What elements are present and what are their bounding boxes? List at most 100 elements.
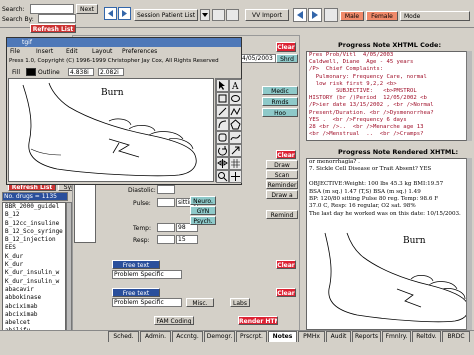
flip-tool-icon[interactable]	[216, 157, 229, 170]
line-tool-icon[interactable]	[216, 105, 229, 118]
drug-list-item[interactable]: BBR_2000_guidel	[3, 203, 65, 211]
male-radio[interactable]: Male	[340, 11, 364, 21]
reminder-button[interactable]: Reminder	[266, 180, 298, 189]
free-text-button-2[interactable]: Free text	[112, 288, 160, 297]
rotate-tool-icon[interactable]	[216, 144, 229, 157]
menu-layout[interactable]: Layout	[92, 48, 112, 55]
resp-value[interactable]: 15	[176, 235, 198, 244]
problem-specific-select-2[interactable]: Problem Specific	[112, 298, 182, 307]
remind-button[interactable]: Remind	[266, 210, 298, 219]
draw-a-button[interactable]: Draw a	[266, 190, 298, 199]
tab-notes[interactable]: Notes	[268, 331, 297, 342]
menu-edit[interactable]: Edit	[66, 48, 78, 55]
drug-list-item[interactable]: B_12	[3, 211, 65, 219]
key-icon[interactable]	[226, 9, 239, 21]
side-button-6[interactable]: Scan	[266, 170, 298, 179]
pan-tool-icon[interactable]	[229, 170, 242, 183]
mode-button[interactable]: Mode	[400, 11, 470, 21]
render-html-button[interactable]: Render HTML	[238, 316, 278, 325]
side-button-5[interactable]: Draw	[266, 160, 298, 169]
drug-list-item[interactable]: abciximab	[3, 303, 65, 311]
sketch-title-bar[interactable]	[7, 38, 241, 47]
record-icon[interactable]	[324, 8, 338, 22]
drug-list-item[interactable]: K_dur_insulin_w	[3, 269, 65, 277]
vv-import-button[interactable]: VV Import	[245, 9, 289, 21]
misc-button[interactable]: Misc.	[186, 298, 214, 307]
drug-list-item[interactable]: abacavir	[3, 286, 65, 294]
tab-sched[interactable]: Sched.	[108, 331, 139, 342]
grid-tool-icon[interactable]	[229, 157, 242, 170]
arc-tool-icon[interactable]	[216, 118, 229, 131]
oval-tool-icon[interactable]	[229, 92, 242, 105]
arrow-right-icon[interactable]	[308, 8, 322, 22]
history-text-left[interactable]	[74, 175, 96, 243]
psych-button[interactable]: Psych.	[190, 216, 216, 225]
side-button-4[interactable]: Hoo	[262, 108, 298, 117]
tab-fmnlry[interactable]: Fmnlry.	[382, 331, 411, 342]
tab-pmhx[interactable]: PMHx	[298, 331, 325, 342]
select-tool-icon[interactable]	[216, 79, 229, 92]
resp-input[interactable]	[157, 235, 175, 244]
fill-swatch[interactable]	[26, 68, 36, 76]
tab-prscrpt[interactable]: Prscrpt.	[236, 331, 267, 342]
menu-file[interactable]: File	[10, 48, 20, 55]
tab-audit[interactable]: Audit	[326, 331, 351, 342]
drug-list-item[interactable]: K_dur	[3, 253, 65, 261]
xhtml-code-scrollbar[interactable]	[466, 51, 472, 141]
drug-list-item[interactable]: B_12_injection	[3, 236, 65, 244]
problem-specific-select[interactable]: Problem Specific	[112, 270, 182, 279]
xhtml-code-pane[interactable]: Pres Prob/Vitl 4/05/2003 Caldwell, Diane…	[306, 51, 472, 141]
temp-input[interactable]	[157, 223, 175, 232]
side-button-3[interactable]: Rmds	[262, 97, 298, 106]
menu-preferences[interactable]: Preferences	[122, 48, 157, 55]
labs-button[interactable]: Labs	[230, 298, 250, 307]
rounded-rect-tool-icon[interactable]	[216, 131, 229, 144]
clear-button-4[interactable]: Clear	[276, 288, 296, 297]
sketch-canvas[interactable]: Burn	[8, 78, 214, 182]
polyline-tool-icon[interactable]	[229, 105, 242, 118]
refresh-list-button[interactable]: Refresh List	[30, 24, 76, 33]
menu-insert[interactable]: Insert	[36, 48, 53, 55]
search-by-select[interactable]	[38, 14, 76, 23]
date-input[interactable]: 4/05/2003	[240, 54, 276, 63]
neuro-button[interactable]: Neuro.	[190, 196, 216, 205]
clear-button-2[interactable]: Clear	[276, 150, 296, 159]
arrow-left-icon[interactable]	[104, 7, 117, 20]
drug-list-item[interactable]: EES	[3, 244, 65, 252]
female-radio[interactable]: Female	[366, 11, 398, 21]
arrow-tool-icon[interactable]	[229, 144, 242, 157]
freehand-tool-icon[interactable]	[229, 131, 242, 144]
arrow-right-icon[interactable]	[118, 7, 131, 20]
drug-list-item[interactable]: K_dur	[3, 261, 65, 269]
drug-list-item[interactable]: abelcet	[3, 319, 65, 327]
side-button-2[interactable]: Medic	[262, 86, 298, 95]
session-patient-list-button[interactable]: Session Patient List	[134, 9, 198, 21]
tab-reltdv[interactable]: Reltdv.	[412, 331, 441, 342]
drug-list-item[interactable]: B_12cc_insuline	[3, 220, 65, 228]
tab-brdc[interactable]: BRDC	[442, 331, 470, 342]
fam-coding-button[interactable]: FAM Coding	[154, 316, 194, 325]
pulse-input[interactable]	[157, 198, 175, 207]
diastolic-input[interactable]	[157, 185, 175, 194]
polygon-tool-icon[interactable]	[229, 118, 242, 131]
drug-list-item[interactable]: abbokinase	[3, 294, 65, 302]
lock-icon[interactable]	[212, 9, 225, 21]
tab-reports[interactable]: Reports	[352, 331, 381, 342]
tab-admin[interactable]: Admin.	[140, 331, 171, 342]
tab-accntg[interactable]: Accntg.	[172, 331, 203, 342]
tab-demogr[interactable]: Demogr.	[204, 331, 235, 342]
free-text-button[interactable]: Free text	[112, 260, 160, 269]
dropdown-icon[interactable]	[200, 9, 210, 21]
drug-list-item[interactable]: K_dur_insulin_w	[3, 278, 65, 286]
rectangle-tool-icon[interactable]	[216, 92, 229, 105]
drug-list-item[interactable]: B_12_Sco_syringe	[3, 228, 65, 236]
xhtml-rendered-pane[interactable]: or menorrhagia? . 7. Sickle Cell Disease …	[306, 158, 472, 330]
xhtml-rendered-scrollbar[interactable]	[466, 158, 472, 330]
text-tool-icon[interactable]: A	[229, 79, 242, 92]
next-button[interactable]: Next	[76, 4, 98, 14]
clear-button[interactable]: Clear	[276, 42, 296, 52]
gyn-button[interactable]: GYN	[190, 206, 216, 215]
search-input[interactable]	[30, 4, 74, 14]
arrow-left-icon[interactable]	[293, 8, 307, 22]
drug-list-item[interactable]: abciximab	[3, 311, 65, 319]
